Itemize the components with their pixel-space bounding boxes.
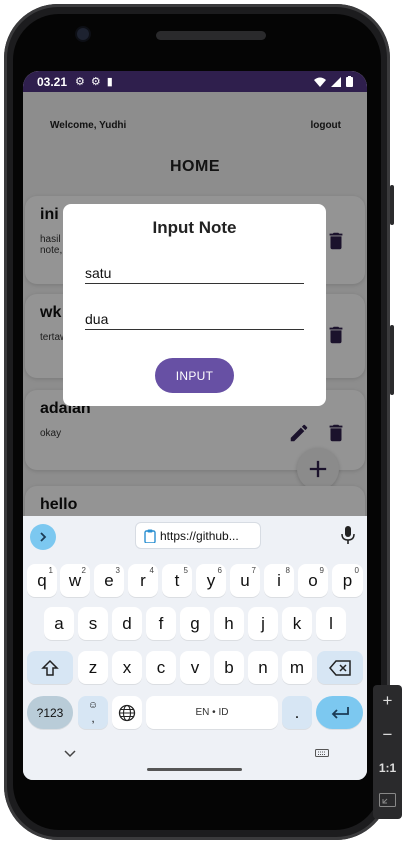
wifi-icon <box>314 77 326 87</box>
key-x[interactable]: x <box>112 651 142 684</box>
key-hint: 3 <box>115 566 120 575</box>
input-button[interactable]: INPUT <box>155 358 234 393</box>
home-gesture-handle[interactable] <box>147 768 242 771</box>
backspace-key[interactable] <box>317 651 363 684</box>
key-label: q <box>37 570 47 590</box>
clipboard-icon <box>144 529 156 543</box>
key-n[interactable]: n <box>248 651 278 684</box>
emoji-comma-key[interactable]: ☺ , <box>78 696 108 729</box>
space-key[interactable]: EN • ID <box>146 696 278 729</box>
key-q[interactable]: q1 <box>27 564 57 597</box>
key-i[interactable]: i8 <box>264 564 294 597</box>
zoom-in-button[interactable]: + <box>373 691 402 711</box>
soft-keyboard: https://github... q1 w2 e3 r4 t5 y6 u7 i… <box>23 516 367 780</box>
key-hint: 4 <box>149 566 154 575</box>
status-bar: 03.21 ⚙ ⚙ ▮ <box>23 71 367 92</box>
key-label: t <box>174 570 180 590</box>
key-y[interactable]: y6 <box>196 564 226 597</box>
signal-icon <box>331 76 341 87</box>
backspace-icon <box>329 659 351 676</box>
key-a[interactable]: a <box>44 607 74 640</box>
key-hint: 7 <box>251 566 256 575</box>
keyboard-toolbar: https://github... <box>23 516 367 556</box>
key-label: o <box>308 570 318 590</box>
enter-icon <box>331 706 349 719</box>
emoji-icon: ☺ <box>87 700 99 711</box>
key-h[interactable]: h <box>214 607 244 640</box>
key-label: y <box>206 570 216 590</box>
volume-button <box>390 185 394 225</box>
globe-icon <box>118 704 136 721</box>
key-p[interactable]: p0 <box>332 564 363 597</box>
note-body-value: dua <box>85 311 109 327</box>
key-f[interactable]: f <box>146 607 176 640</box>
power-button <box>390 325 394 395</box>
key-o[interactable]: o9 <box>298 564 328 597</box>
key-g[interactable]: g <box>180 607 210 640</box>
key-label: u <box>240 570 250 590</box>
key-hint: 2 <box>81 566 86 575</box>
note-body-field[interactable]: dua <box>85 307 304 330</box>
shift-icon <box>41 659 59 676</box>
key-s[interactable]: s <box>78 607 108 640</box>
chevron-right-icon <box>40 532 47 542</box>
microphone-icon[interactable] <box>341 526 355 544</box>
enter-key[interactable] <box>316 696 363 729</box>
zoom-out-button[interactable]: − <box>373 725 402 745</box>
key-label: w <box>68 570 82 590</box>
key-b[interactable]: b <box>214 651 244 684</box>
keyboard-switch-icon[interactable] <box>315 749 329 759</box>
key-hint: 9 <box>319 566 324 575</box>
key-e[interactable]: e3 <box>94 564 124 597</box>
note-title-value: satu <box>85 265 112 281</box>
key-hint: 6 <box>217 566 222 575</box>
input-note-dialog: Input Note satu dua INPUT <box>63 204 326 406</box>
earpiece-speaker <box>156 31 266 40</box>
key-k[interactable]: k <box>282 607 312 640</box>
clipboard-suggestion[interactable]: https://github... <box>135 522 261 549</box>
key-label: i <box>277 570 281 590</box>
key-hint: 1 <box>48 566 53 575</box>
comma-label: , <box>91 711 95 725</box>
symbols-key[interactable]: ?123 <box>27 696 73 729</box>
key-label: r <box>140 570 146 590</box>
key-u[interactable]: u7 <box>230 564 260 597</box>
period-key[interactable]: . <box>282 696 312 729</box>
key-m[interactable]: m <box>282 651 312 684</box>
dialog-title: Input Note <box>152 218 237 237</box>
fit-screen-icon[interactable] <box>379 793 396 807</box>
clipboard-text: https://github... <box>160 528 239 543</box>
key-t[interactable]: t5 <box>162 564 192 597</box>
actual-size-button[interactable]: 1:1 <box>373 761 402 775</box>
navigation-bar <box>23 740 367 780</box>
expand-toolbar-button[interactable] <box>30 524 56 550</box>
sync-icon: ⚙ <box>90 76 101 88</box>
settings-gear-icon: ⚙ <box>75 76 85 88</box>
language-key[interactable] <box>112 696 142 729</box>
key-c[interactable]: c <box>146 651 176 684</box>
key-z[interactable]: z <box>78 651 108 684</box>
key-j[interactable]: j <box>248 607 278 640</box>
key-v[interactable]: v <box>180 651 210 684</box>
note-title-field[interactable]: satu <box>85 261 304 284</box>
emulator-zoom-panel: + − 1:1 <box>373 685 402 819</box>
status-indicators <box>314 76 353 87</box>
key-l[interactable]: l <box>316 607 346 640</box>
hide-keyboard-chevron-down-icon[interactable] <box>64 750 76 758</box>
sd-card-icon: ▮ <box>106 76 113 88</box>
key-label: e <box>104 570 114 590</box>
key-r[interactable]: r4 <box>128 564 158 597</box>
key-hint: 0 <box>354 566 359 575</box>
battery-icon <box>346 76 353 87</box>
shift-key[interactable] <box>27 651 73 684</box>
key-hint: 8 <box>285 566 290 575</box>
status-time: 03.21 <box>37 74 68 89</box>
device-screen: 03.21 ⚙ ⚙ ▮ Welcome, Yudhi logout HOME i… <box>23 71 367 780</box>
front-camera <box>77 28 89 40</box>
key-d[interactable]: d <box>112 607 142 640</box>
key-hint: 5 <box>183 566 188 575</box>
key-w[interactable]: w2 <box>60 564 90 597</box>
key-label: p <box>342 570 353 590</box>
